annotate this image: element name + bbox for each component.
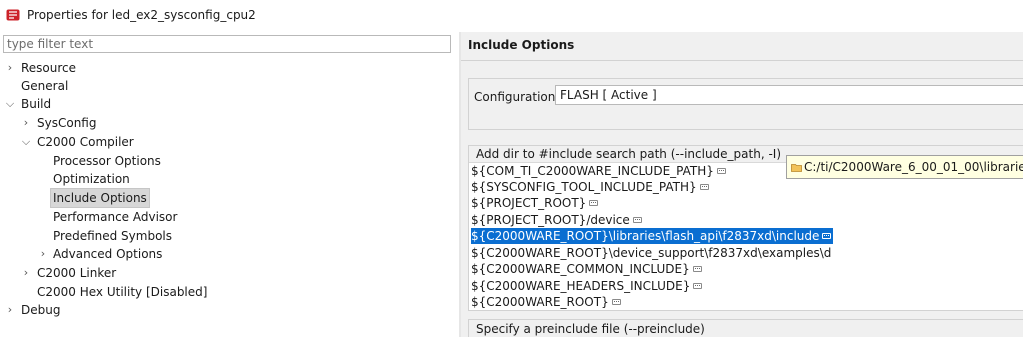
- tree-item-label: Predefined Symbols: [53, 229, 173, 243]
- chevron-right-icon[interactable]: ›: [20, 114, 32, 132]
- tree-item-label: Build: [21, 97, 52, 111]
- configuration-group: Configuration: FLASH [ Active ]: [468, 78, 1023, 130]
- include-path-text: ${COM_TI_C2000WARE_INCLUDE_PATH}: [471, 164, 714, 178]
- tree-item-optimization[interactable]: Optimization: [0, 170, 459, 188]
- tree-item-resource[interactable]: › Resource: [0, 59, 459, 77]
- tree-item-include-options[interactable]: Include Options: [0, 188, 459, 208]
- configuration-label: Configuration:: [474, 90, 560, 104]
- ellipsis-icon: [692, 266, 702, 272]
- ellipsis-icon: [611, 299, 621, 305]
- tree-item-advanced-options[interactable]: › Advanced Options: [0, 245, 459, 263]
- include-path-row-selected[interactable]: ${C2000WARE_ROOT}\libraries\flash_api\f2…: [469, 228, 1023, 244]
- include-path-header-label: Add dir to #include search path (--inclu…: [476, 147, 782, 161]
- tree-item-processor-options[interactable]: Processor Options: [0, 152, 459, 170]
- tree-item-label: Optimization: [53, 172, 130, 186]
- tree-item-label: General: [21, 79, 69, 93]
- title-bar: Properties for led_ex2_sysconfig_cpu2: [0, 0, 1023, 32]
- include-path-text: ${C2000WARE_HEADERS_INCLUDE}: [471, 279, 691, 293]
- include-path-text: ${C2000WARE_COMMON_INCLUDE}: [471, 262, 690, 276]
- chevron-right-icon[interactable]: ›: [20, 264, 32, 282]
- folder-icon: [791, 164, 802, 172]
- tree-item-c2000-linker[interactable]: › C2000 Linker: [0, 264, 459, 282]
- ellipsis-icon: [716, 168, 726, 174]
- tree-item-label: Advanced Options: [53, 247, 163, 261]
- include-path-text: ${PROJECT_ROOT}/device: [471, 213, 630, 227]
- path-tooltip: C:/ti/C2000Ware_6_00_01_00\libraries\fla…: [786, 155, 1023, 179]
- include-path-row[interactable]: ${PROJECT_ROOT}/device: [469, 212, 1023, 228]
- chevron-right-icon[interactable]: ›: [37, 245, 49, 263]
- ellipsis-icon: [699, 184, 709, 190]
- tree-item-sysconfig[interactable]: › SysConfig: [0, 114, 459, 132]
- include-path-text: ${C2000WARE_ROOT}\device_support\f2837xd…: [471, 246, 832, 260]
- chevron-down-icon[interactable]: ⌵: [20, 133, 32, 151]
- include-path-text: ${SYSCONFIG_TOOL_INCLUDE_PATH}: [471, 180, 697, 194]
- tree-item-label: Processor Options: [53, 154, 161, 168]
- preinclude-group: Specify a preinclude file (--preinclude): [468, 319, 1023, 337]
- include-path-row[interactable]: ${C2000WARE_ROOT}\device_support\f2837xd…: [469, 245, 1023, 261]
- ellipsis-icon: [693, 283, 703, 289]
- configuration-value: FLASH [ Active ]: [560, 88, 657, 102]
- navigation-pane: › Resource General ⌵ Build › SysConfig ⌵…: [0, 32, 459, 337]
- chevron-right-icon[interactable]: ›: [4, 301, 16, 319]
- include-path-row[interactable]: ${SYSCONFIG_TOOL_INCLUDE_PATH}: [469, 179, 1023, 195]
- content-pane: Include Options Configuration: FLASH [ A…: [461, 32, 1023, 337]
- chevron-down-icon[interactable]: ⌵: [4, 95, 16, 113]
- tree-item-c2000-compiler[interactable]: ⌵ C2000 Compiler: [0, 133, 459, 151]
- tree-item-label: Include Options: [50, 188, 150, 208]
- tree-item-label: C2000 Compiler: [37, 135, 134, 149]
- include-path-row[interactable]: ${C2000WARE_ROOT}: [469, 294, 1023, 310]
- tree-item-label: Debug: [21, 303, 61, 317]
- tree-item-label: Resource: [21, 61, 77, 75]
- tree-item-predefined-symbols[interactable]: Predefined Symbols: [0, 227, 459, 245]
- tree-item-performance-advisor[interactable]: Performance Advisor: [0, 208, 459, 226]
- configuration-select[interactable]: FLASH [ Active ]: [555, 85, 1023, 105]
- properties-app-icon: [6, 9, 20, 21]
- include-path-text: ${C2000WARE_ROOT}\libraries\flash_api\f2…: [471, 229, 820, 243]
- tree-item-general[interactable]: General: [0, 77, 459, 95]
- ellipsis-icon: [632, 217, 642, 223]
- chevron-right-icon[interactable]: ›: [4, 59, 16, 77]
- window-title: Properties for led_ex2_sysconfig_cpu2: [27, 8, 256, 22]
- include-path-row[interactable]: ${PROJECT_ROOT}: [469, 195, 1023, 211]
- tree-item-label: Performance Advisor: [53, 210, 178, 224]
- filter-input[interactable]: [4, 36, 450, 52]
- tree-item-debug[interactable]: › Debug: [0, 301, 459, 319]
- ellipsis-icon: [589, 200, 599, 206]
- tree-item-label: SysConfig: [37, 116, 97, 130]
- tree-item-c2000-hex-utility[interactable]: C2000 Hex Utility [Disabled]: [0, 283, 459, 301]
- title-divider: [461, 60, 1023, 61]
- page-title: Include Options: [468, 38, 575, 52]
- include-path-row[interactable]: ${C2000WARE_HEADERS_INCLUDE}: [469, 278, 1023, 294]
- include-path-text: ${PROJECT_ROOT}: [471, 196, 587, 210]
- ellipsis-icon: [822, 233, 832, 239]
- filter-field[interactable]: [3, 35, 451, 53]
- tree-item-label: C2000 Hex Utility [Disabled]: [37, 285, 208, 299]
- preinclude-header-label: Specify a preinclude file (--preinclude): [476, 322, 705, 336]
- tree-item-label: C2000 Linker: [37, 266, 117, 280]
- tooltip-text: C:/ti/C2000Ware_6_00_01_00\libraries\fla…: [804, 160, 1023, 174]
- include-path-row[interactable]: ${C2000WARE_COMMON_INCLUDE}: [469, 261, 1023, 277]
- include-path-text: ${C2000WARE_ROOT}: [471, 295, 609, 309]
- tree-item-build[interactable]: ⌵ Build: [0, 95, 459, 113]
